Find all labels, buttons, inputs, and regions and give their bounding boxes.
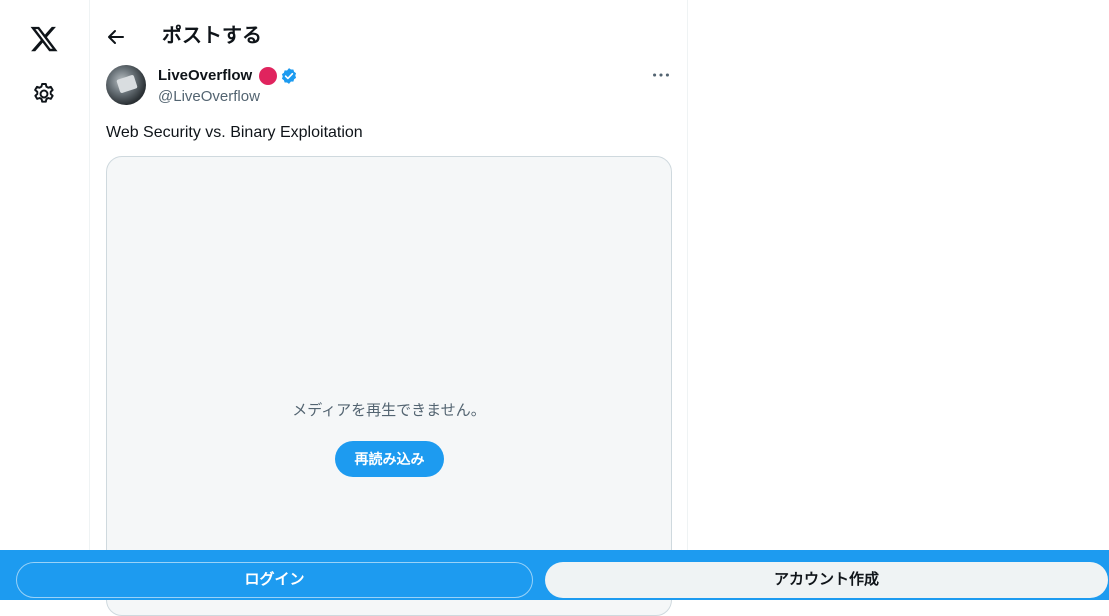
left-nav [0, 0, 89, 600]
media-error-message: メディアを再生できません。 [292, 402, 486, 419]
avatar[interactable] [106, 65, 146, 105]
gear-icon[interactable] [31, 81, 57, 107]
reload-button[interactable]: 再読み込み [335, 441, 444, 477]
more-horizontal-icon[interactable] [650, 64, 672, 86]
avatar-image-detail [116, 74, 138, 94]
login-button[interactable]: ログイン [16, 562, 533, 598]
main-column: ポストする LiveOverflow @LiveOverflow Web Sec… [89, 0, 688, 616]
arrow-left-icon[interactable] [104, 25, 128, 49]
page-title: ポストする [162, 25, 262, 47]
bottom-signup-bar: ログイン アカウント作成 [0, 550, 1109, 600]
red-circle-badge-icon [259, 67, 277, 85]
media-card: メディアを再生できません。 再読み込み [106, 156, 672, 616]
verified-badge-icon [280, 67, 298, 85]
post-text: Web Security vs. Binary Exploitation [106, 124, 363, 141]
create-account-button[interactable]: アカウント作成 [545, 562, 1108, 598]
x-logo-icon[interactable] [29, 24, 59, 54]
author-handle[interactable]: @LiveOverflow [158, 87, 260, 107]
author-name[interactable]: LiveOverflow [158, 66, 252, 86]
